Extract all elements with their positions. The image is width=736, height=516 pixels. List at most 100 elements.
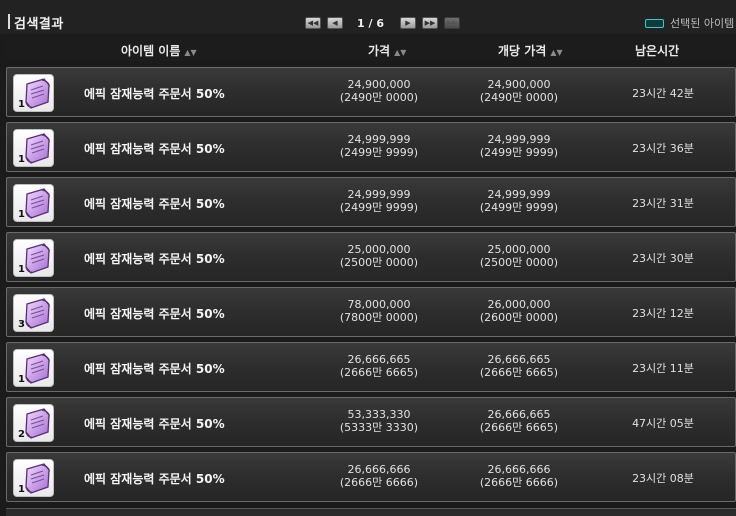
sort-icon: ▲▼: [550, 48, 563, 57]
price-value: 26,666,665: [347, 353, 411, 366]
unit-price-cell: 26,000,000 (2600만 0000): [459, 298, 579, 324]
time-left: 23시간 36분: [632, 142, 694, 155]
price-cell: 26,666,666 (2666만 6666): [319, 463, 439, 489]
item-name: 에픽 잠재능력 주문서 50%: [84, 417, 225, 431]
table-row[interactable]: 1 에픽 잠재능력 주문서 50% 25,000,000 (2500만 0000) 25…: [6, 232, 736, 282]
price-korean: (2500만 0000): [339, 256, 419, 269]
top-bar: 검색결과 ◀◀ ◀ 1 / 6 ▶ ▶▶ ▶▶ 선택된 아이템: [0, 0, 736, 34]
table-row[interactable]: 1 에픽 잠재능력 주문서 50% 26,666,666 (2666만 6666) 26…: [6, 452, 736, 502]
item-name: 에픽 잠재능력 주문서 50%: [84, 197, 225, 211]
price-cell: 24,900,000 (2490만 0000): [319, 78, 439, 104]
title-marker: [8, 14, 10, 29]
selected-item-toggle[interactable]: [645, 19, 664, 28]
price-korean: (2499만 9999): [339, 201, 419, 214]
item-name: 에픽 잠재능력 주문서 50%: [84, 87, 225, 101]
item-quantity: 1: [18, 484, 25, 495]
unit-price-cell: 25,000,000 (2500만 0000): [459, 243, 579, 269]
price-korean: (2499만 9999): [339, 146, 419, 159]
unit-price-cell: 26,666,666 (2666만 6666): [459, 463, 579, 489]
item-name: 에픽 잠재능력 주문서 50%: [84, 472, 225, 486]
unit-price-korean: (2499만 9999): [479, 201, 559, 214]
price-cell: 24,999,999 (2499만 9999): [319, 188, 439, 214]
table-row[interactable]: 1 에픽 잠재능력 주문서 50% 26,666,665 (2666만 6665) 26…: [6, 342, 736, 392]
item-quantity: 1: [18, 264, 25, 275]
item-icon-box: 1: [13, 239, 54, 277]
next-page-button[interactable]: ▶: [399, 17, 416, 29]
time-left: 23시간 42분: [632, 87, 694, 100]
price-value: 25,000,000: [347, 243, 411, 256]
time-left: 47시간 05분: [632, 417, 694, 430]
item-name: 에픽 잠재능력 주문서 50%: [84, 142, 225, 156]
pagination: ◀◀ ◀ 1 / 6 ▶ ▶▶ ▶▶: [305, 16, 460, 30]
table-row[interactable]: 3 에픽 잠재능력 주문서 50% 78,000,000 (7800만 0000) 26…: [6, 287, 736, 337]
list-bottom-edge: [6, 508, 736, 516]
price-value: 24,900,000: [347, 78, 411, 91]
item-quantity: 3: [18, 319, 25, 330]
item-name: 에픽 잠재능력 주문서 50%: [84, 307, 225, 321]
time-left: 23시간 11분: [632, 362, 694, 375]
selected-item-label: 선택된 아이템: [670, 17, 735, 30]
unit-price-value: 25,000,000: [487, 243, 551, 256]
item-icon-box: 1: [13, 459, 54, 497]
column-header-unit-price[interactable]: 개당 가격 ▲▼: [498, 42, 563, 59]
price-value: 24,999,999: [347, 133, 411, 146]
price-cell: 78,000,000 (7800만 0000): [319, 298, 439, 324]
price-value: 26,666,666: [347, 463, 411, 476]
unit-price-value: 26,000,000: [487, 298, 551, 311]
table-row[interactable]: 1 에픽 잠재능력 주문서 50% 24,999,999 (2499만 9999) 24…: [6, 122, 736, 172]
column-header-name[interactable]: 아이템 이름 ▲▼: [121, 42, 197, 59]
table-header: 아이템 이름 ▲▼ 가격 ▲▼ 개당 가격 ▲▼ 남은시간: [6, 37, 736, 61]
unit-price-value: 24,999,999: [487, 188, 551, 201]
unit-price-korean: (2500만 0000): [479, 256, 559, 269]
item-quantity: 1: [18, 209, 25, 220]
first-page-button[interactable]: ◀◀: [305, 17, 321, 29]
price-cell: 25,000,000 (2500만 0000): [319, 243, 439, 269]
table-row[interactable]: 1 에픽 잠재능력 주문서 50% 24,900,000 (2490만 0000) 24…: [6, 67, 736, 117]
item-icon-box: 1: [13, 349, 54, 387]
unit-price-korean: (2490만 0000): [479, 91, 559, 104]
unit-price-cell: 24,900,000 (2490만 0000): [459, 78, 579, 104]
item-icon-box: 3: [13, 294, 54, 332]
unit-price-korean: (2600만 0000): [479, 311, 559, 324]
unit-price-value: 26,666,665: [487, 353, 551, 366]
unit-price-korean: (2666만 6666): [479, 476, 559, 489]
table-row[interactable]: 1 에픽 잠재능력 주문서 50% 24,999,999 (2499만 9999) 24…: [6, 177, 736, 227]
item-icon-box: 1: [13, 74, 54, 112]
item-quantity: 1: [18, 374, 25, 385]
price-value: 24,999,999: [347, 188, 411, 201]
price-korean: (5333만 3330): [339, 421, 419, 434]
price-cell: 26,666,665 (2666만 6665): [319, 353, 439, 379]
price-korean: (7800만 0000): [339, 311, 419, 324]
unit-price-value: 24,999,999: [487, 133, 551, 146]
unit-price-korean: (2666만 6665): [479, 421, 559, 434]
price-cell: 53,333,330 (5333만 3330): [319, 408, 439, 434]
time-left: 23시간 12분: [632, 307, 694, 320]
unit-price-cell: 26,666,665 (2666만 6665): [459, 353, 579, 379]
sort-icon: ▲▼: [394, 48, 407, 57]
prev-page-button[interactable]: ◀: [327, 17, 343, 29]
table-row[interactable]: 2 에픽 잠재능력 주문서 50% 53,333,330 (5333만 3330) 26…: [6, 397, 736, 447]
price-value: 78,000,000: [347, 298, 411, 311]
unit-price-cell: 24,999,999 (2499만 9999): [459, 133, 579, 159]
last-page-button[interactable]: ▶▶: [421, 17, 438, 29]
price-value: 53,333,330: [347, 408, 411, 421]
unit-price-korean: (2499만 9999): [479, 146, 559, 159]
item-icon-box: 2: [13, 404, 54, 442]
item-quantity: 1: [18, 154, 25, 165]
item-quantity: 1: [18, 99, 25, 110]
column-header-time-left[interactable]: 남은시간: [635, 42, 679, 59]
page-title: 검색결과: [14, 17, 64, 32]
time-left: 23시간 30분: [632, 252, 694, 265]
item-name: 에픽 잠재능력 주문서 50%: [84, 362, 225, 376]
next-group-button[interactable]: ▶▶: [443, 17, 460, 29]
column-header-price[interactable]: 가격 ▲▼: [368, 42, 406, 59]
item-name: 에픽 잠재능력 주문서 50%: [84, 252, 225, 266]
price-korean: (2666만 6665): [339, 366, 419, 379]
unit-price-value: 26,666,665: [487, 408, 551, 421]
unit-price-korean: (2666만 6665): [479, 366, 559, 379]
unit-price-cell: 24,999,999 (2499만 9999): [459, 188, 579, 214]
sort-icon: ▲▼: [184, 48, 197, 57]
unit-price-value: 26,666,666: [487, 463, 551, 476]
time-left: 23시간 31분: [632, 197, 694, 210]
item-icon-box: 1: [13, 184, 54, 222]
